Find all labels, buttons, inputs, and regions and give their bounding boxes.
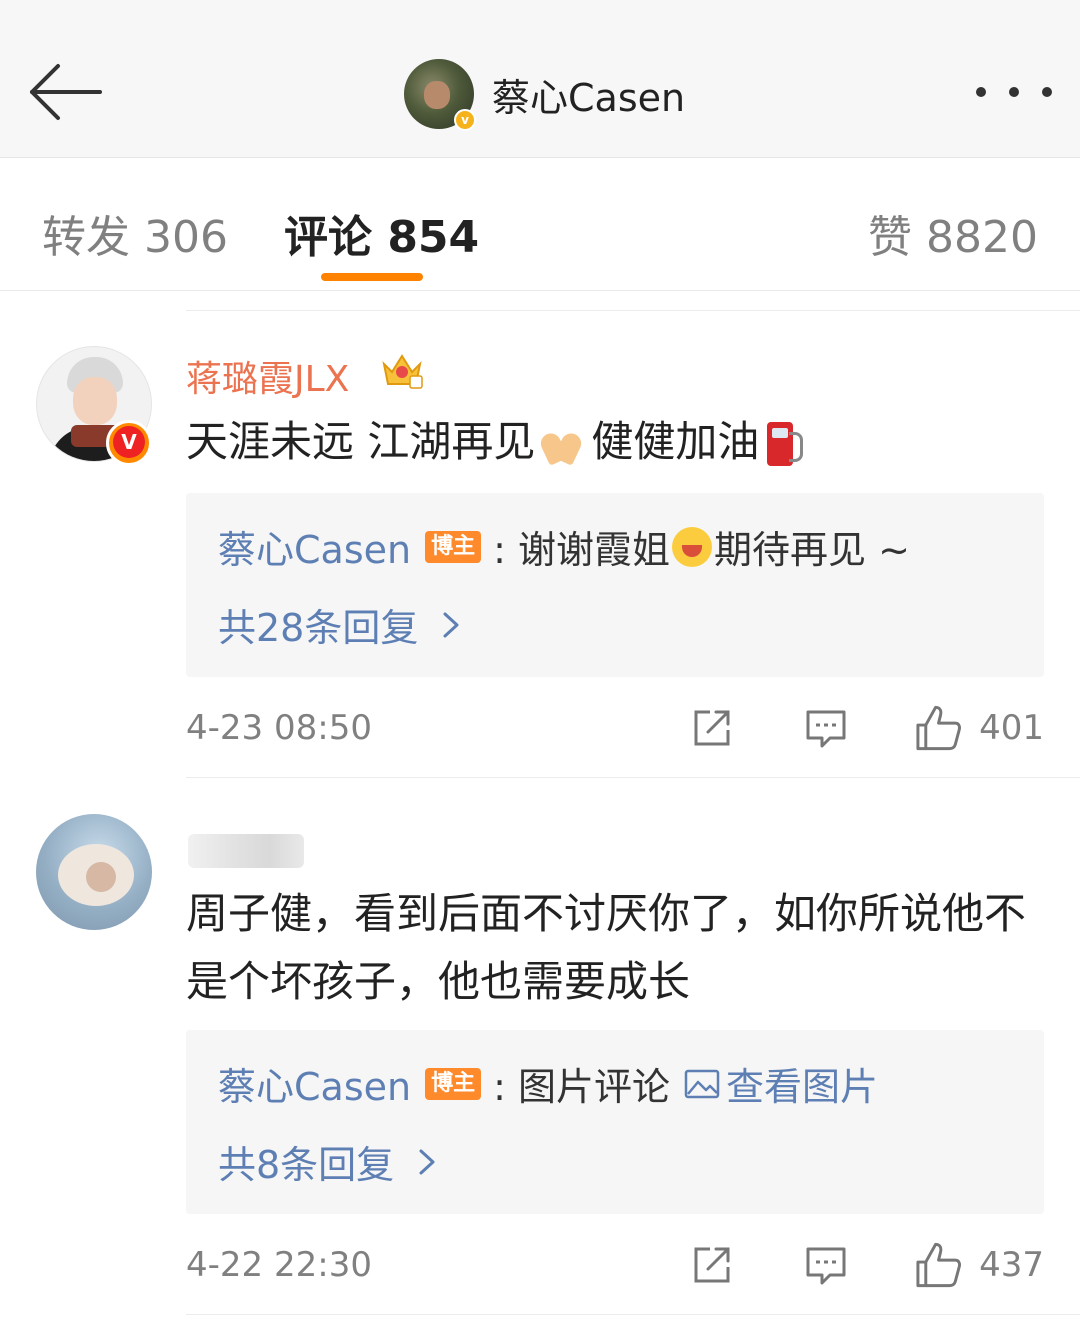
like-count: 401 [979, 708, 1044, 748]
thumbs-up-icon [916, 1242, 961, 1288]
tab-comments[interactable]: 评论 854 [284, 201, 479, 265]
comment-text: 天涯未远 江湖再见 健健加油 [186, 408, 1026, 476]
blurred-username[interactable] [188, 834, 304, 868]
tab-bar: 转发 306 评论 854 赞 8820 [0, 159, 1080, 291]
reply-preview[interactable]: 蔡心Casen 博主 : 图片评论 查看图片 共8条回复 [186, 1030, 1044, 1214]
view-image-link[interactable]: 查看图片 [684, 1056, 878, 1111]
reply-author[interactable]: 蔡心Casen [218, 519, 411, 574]
divider [186, 777, 1080, 778]
view-replies-link[interactable]: 共28条回复 [218, 597, 462, 652]
fuel-pump-icon [765, 421, 805, 468]
comment-text: 周子健，看到后面不讨厌你了，如你所说他不是个坏孩子，他也需要成长 [186, 889, 1027, 1006]
tab-likes[interactable]: 赞 8820 [868, 201, 1038, 265]
reply-count: 共28条回复 [218, 606, 419, 650]
back-button[interactable] [26, 60, 106, 124]
divider [186, 1314, 1080, 1315]
thumbs-up-icon [916, 705, 961, 751]
comment-text-part: 天涯未远 江湖再见 [186, 417, 536, 466]
page-title[interactable]: 蔡心Casen [492, 67, 685, 122]
view-image-label: 查看图片 [726, 1065, 879, 1109]
comment-footer: 4-22 22:30 437 [186, 1233, 1044, 1303]
verified-badge: v [454, 109, 476, 131]
crown-icon [382, 354, 423, 389]
active-tab-indicator [321, 273, 423, 281]
avatar[interactable]: v [404, 59, 476, 131]
profile-header[interactable]: v 蔡心Casen [404, 58, 685, 131]
comment-username[interactable]: 蒋璐霞JLX [186, 350, 349, 402]
reply-count: 共8条回复 [218, 1143, 395, 1187]
comment-icon[interactable] [802, 704, 850, 752]
reply-text: 期待再见 ~ [714, 528, 910, 572]
avatar-sheep-face [86, 862, 116, 892]
top-bar: v 蔡心Casen [0, 0, 1080, 158]
arrow-left-icon [30, 64, 102, 120]
more-dots-icon [976, 87, 986, 97]
avatar[interactable] [36, 814, 152, 930]
reply-text: : 谢谢霞姐 [493, 528, 670, 572]
comment-icon[interactable] [802, 1241, 850, 1289]
more-button[interactable] [976, 80, 1052, 104]
tab-repost[interactable]: 转发 306 [42, 201, 228, 265]
avatar-head [73, 377, 117, 425]
image-icon [684, 1069, 720, 1098]
author-badge: 博主 [425, 1067, 482, 1100]
comment-footer: 4-23 08:50 401 [186, 696, 1044, 766]
verified-badge-label: V [113, 426, 145, 458]
avatar-face [424, 81, 450, 109]
share-icon[interactable] [688, 704, 736, 752]
reply-author[interactable]: 蔡心Casen [218, 1056, 411, 1111]
fuel-screen [772, 427, 789, 438]
reply-line: 蔡心Casen 博主 : 谢谢霞姐 期待再见 ~ [218, 519, 910, 574]
more-dots-icon [1009, 87, 1019, 97]
pray-hands-icon [539, 423, 583, 467]
verified-badge: V [106, 420, 152, 466]
chevron-right-icon [419, 1149, 435, 1174]
reply-preview[interactable]: 蔡心Casen 博主 : 谢谢霞姐 期待再见 ~ 共28条回复 [186, 493, 1044, 677]
author-badge: 博主 [425, 530, 482, 563]
like-button[interactable]: 401 [914, 702, 1044, 754]
view-replies-link[interactable]: 共8条回复 [218, 1134, 438, 1189]
reply-line: 蔡心Casen 博主 : 图片评论 查看图片 [218, 1056, 878, 1111]
comment-text-part: 健健加油 [591, 417, 760, 466]
share-icon[interactable] [688, 1241, 736, 1289]
divider [186, 310, 1080, 311]
like-button[interactable]: 437 [914, 1239, 1044, 1291]
comment-time: 4-23 08:50 [186, 708, 372, 748]
more-dots-icon [1042, 87, 1052, 97]
reply-text: : 图片评论 [493, 1065, 670, 1109]
comment-time: 4-22 22:30 [186, 1245, 372, 1285]
like-count: 437 [979, 1245, 1044, 1285]
blush-face-icon [672, 526, 712, 567]
chevron-right-icon [443, 612, 459, 637]
fuel-hose [789, 431, 804, 462]
